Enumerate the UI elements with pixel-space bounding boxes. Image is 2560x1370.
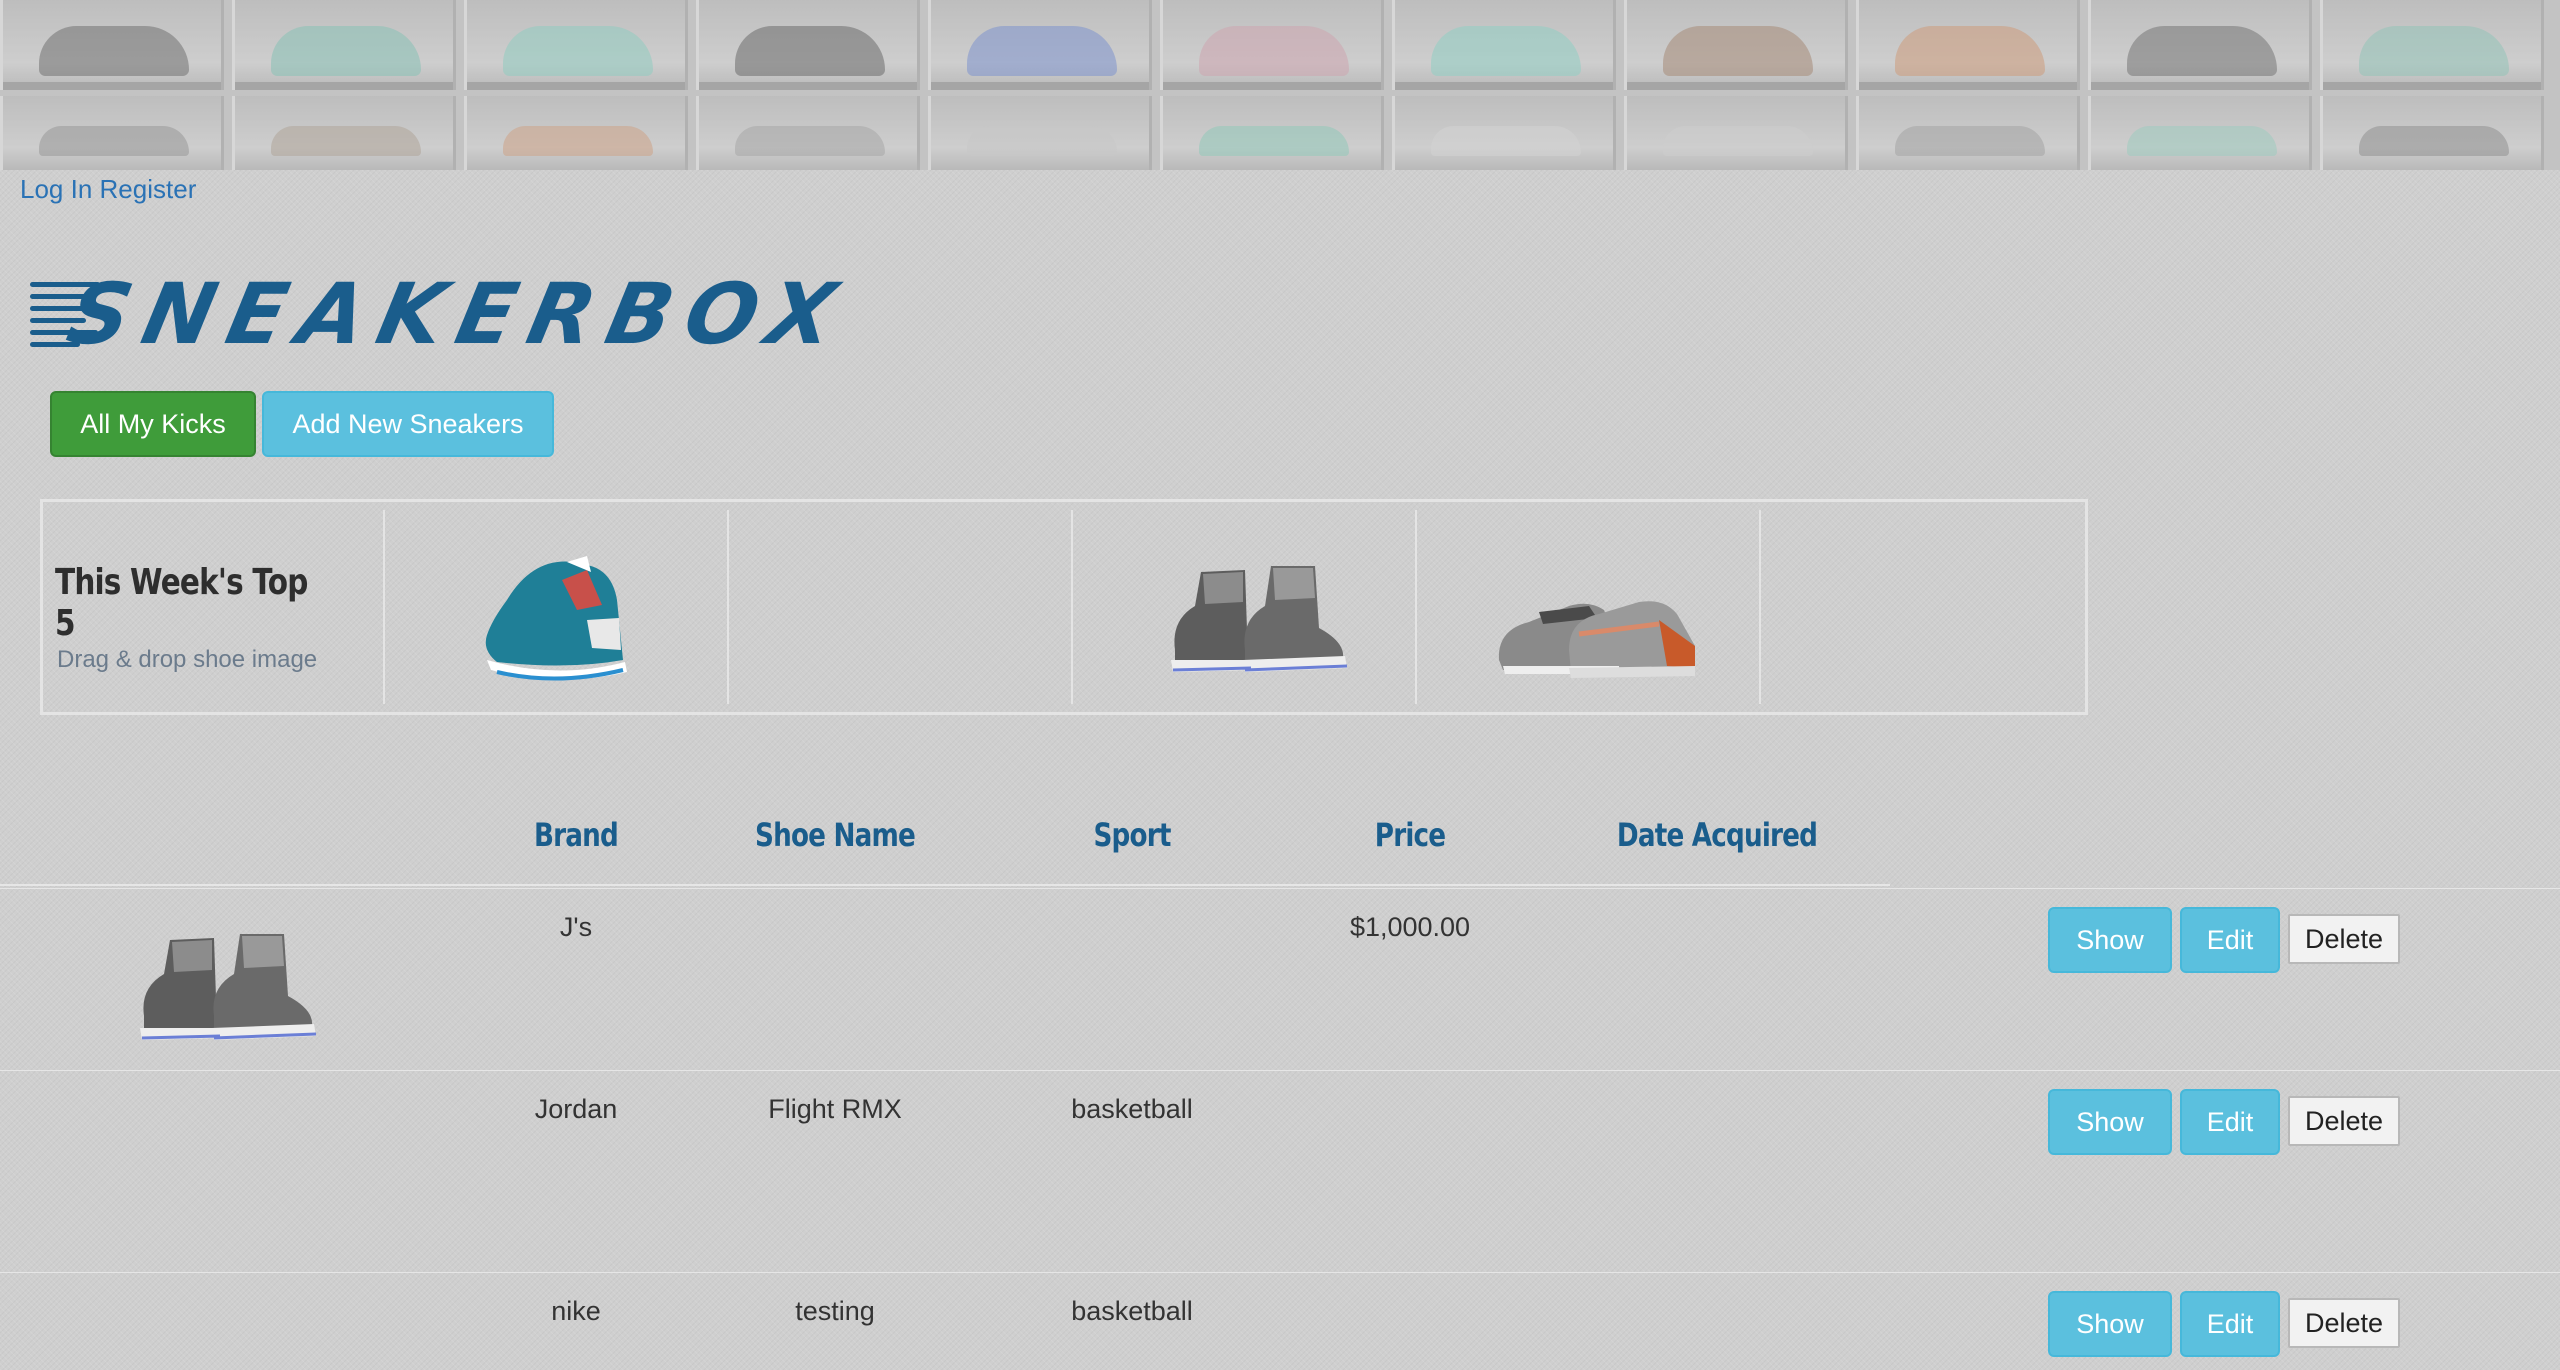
cell-sport: basketball xyxy=(1071,1094,1193,1124)
top-five-slot-4[interactable] xyxy=(1419,510,1761,704)
drag-drop-hint: Drag & drop shoe image xyxy=(57,646,318,673)
top-five-slot-2[interactable] xyxy=(731,510,1073,704)
site-logo[interactable]: SNEAKERBOX xyxy=(30,264,870,364)
cell-shoe-name: Flight RMX xyxy=(768,1094,902,1124)
cell-brand: nike xyxy=(551,1296,601,1326)
row-divider xyxy=(0,888,2560,889)
row-shoe-thumbnail[interactable] xyxy=(130,912,350,1052)
sneaker-teal-image[interactable] xyxy=(387,510,729,704)
all-my-kicks-button[interactable]: All My Kicks xyxy=(50,391,256,457)
top-five-slot-3[interactable] xyxy=(1075,510,1417,704)
delete-button[interactable]: Delete xyxy=(2288,914,2400,964)
show-button[interactable]: Show xyxy=(2048,907,2172,973)
cell-sport: basketball xyxy=(1071,1296,1193,1326)
logo-text: SNEAKERBOX xyxy=(59,265,858,363)
header-banner xyxy=(0,0,2560,170)
register-link[interactable]: Register xyxy=(100,174,197,204)
column-header-date-acquired: Date Acquired xyxy=(1616,816,1818,854)
edit-button[interactable]: Edit xyxy=(2180,1291,2280,1357)
top-five-intro: This Week's Top 5 Drag & drop shoe image xyxy=(43,510,385,704)
cell-price: $1,000.00 xyxy=(1349,912,1471,942)
sneaker-grey-pair-image[interactable] xyxy=(1075,510,1417,704)
edit-button[interactable]: Edit xyxy=(2180,907,2280,973)
top-five-slot-5[interactable] xyxy=(1763,510,2105,704)
cell-brand: Jordan xyxy=(534,1094,618,1124)
show-button[interactable]: Show xyxy=(2048,1089,2172,1155)
row-divider xyxy=(0,1272,2560,1273)
column-header-price: Price xyxy=(1374,816,1446,854)
add-new-sneakers-button[interactable]: Add New Sneakers xyxy=(262,391,554,457)
top-five-panel: This Week's Top 5 Drag & drop shoe image xyxy=(40,499,2088,715)
column-header-brand: Brand xyxy=(533,816,619,854)
column-header-sport: Sport xyxy=(1093,816,1171,854)
auth-links: Log In Register xyxy=(20,174,196,205)
column-header-shoe-name: Shoe Name xyxy=(755,816,916,854)
show-button[interactable]: Show xyxy=(2048,1291,2172,1357)
top-five-title: This Week's Top 5 xyxy=(55,562,308,644)
cell-brand: J's xyxy=(559,912,593,942)
edit-button[interactable]: Edit xyxy=(2180,1089,2280,1155)
top-five-slot-1[interactable] xyxy=(387,510,729,704)
delete-button[interactable]: Delete xyxy=(2288,1298,2400,1348)
delete-button[interactable]: Delete xyxy=(2288,1096,2400,1146)
login-link[interactable]: Log In xyxy=(20,174,92,204)
cell-shoe-name: testing xyxy=(795,1296,875,1326)
row-divider xyxy=(0,1070,2560,1071)
sneaker-kd-image[interactable] xyxy=(1419,510,1761,704)
header-divider xyxy=(0,884,1890,886)
